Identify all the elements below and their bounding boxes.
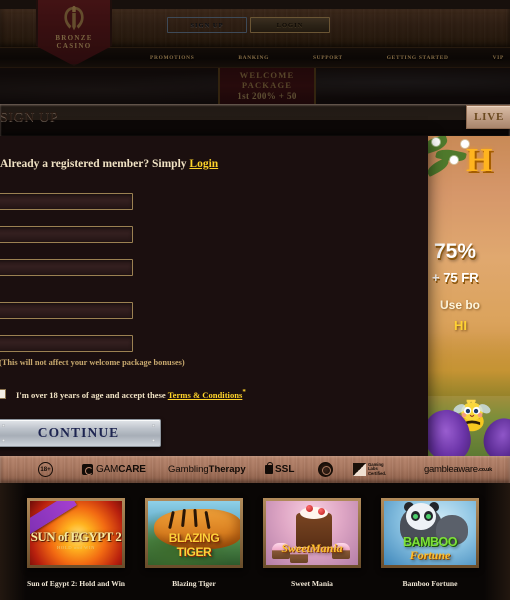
signup-field-5[interactable] [0, 335, 133, 354]
promo-use-text: Use bo [440, 298, 481, 312]
signup-input-5[interactable] [0, 338, 132, 354]
terms-conditions-link[interactable]: Terms & Conditions [168, 390, 243, 400]
gt-label-bold: Therapy [208, 464, 246, 475]
nav-item-banking[interactable]: BANKING [238, 55, 269, 61]
terms-asterisk: * [242, 388, 246, 396]
page-root: WELCOME PACKAGE 1st 200% + 50 PROMOTIONS… [0, 0, 510, 600]
continue-button-label: CONTINUE [37, 425, 120, 440]
flower-decoration [432, 138, 440, 146]
game-art-blazing-tiger: BLAZING TIGER [148, 501, 240, 565]
rivet-decoration [152, 439, 155, 442]
game-art-title-2: TIGER [176, 545, 212, 559]
header-signup-button[interactable]: SIGN UP [167, 17, 247, 33]
game-label-sweet-mania: Sweet Mania [291, 579, 333, 588]
game-label-bamboo-fortune: Bamboo Fortune [402, 579, 458, 588]
promo-bonus-code: HI [454, 318, 467, 333]
modal-login-link[interactable]: Login [189, 158, 218, 170]
age-18-badge[interactable]: 18+ [38, 462, 53, 477]
main-nav: PROMOTIONS BANKING SUPPORT GETTING START… [150, 47, 510, 68]
nav-item-getting-started[interactable]: GETTING STARTED [387, 55, 449, 61]
nav-item-promotions[interactable]: PROMOTIONS [150, 55, 194, 61]
grass-decoration [428, 332, 510, 396]
flower-decoration [450, 156, 458, 164]
gambleaware-badge[interactable]: gambleaware .co.uk [424, 464, 492, 475]
game-art-title-2: Fortune [409, 548, 451, 562]
game-card-bamboo-fortune[interactable]: BAMBOO Fortune [381, 498, 479, 568]
terms-prefix: I'm over 18 years of age and accept thes… [16, 389, 168, 400]
nav-item-vip[interactable]: VIP [493, 55, 504, 61]
signup-input-4[interactable] [0, 305, 132, 321]
gamcare-logo-icon [82, 464, 93, 475]
gamcare-badge[interactable]: GAM CARE [82, 464, 146, 475]
signup-field-1[interactable] [0, 193, 133, 212]
games-strip: SUN of EGYPT 2 HOLD and WIN Sun of Egypt… [0, 483, 510, 600]
leaf-decoration [428, 156, 451, 178]
game-art-bamboo-fortune: BAMBOO Fortune [384, 501, 476, 565]
terms-text: I'm over 18 years of age and accept thes… [16, 388, 246, 400]
signup-field-3[interactable] [0, 259, 133, 278]
modal-title-bar [0, 104, 510, 136]
rivet-decoration [2, 439, 5, 442]
cherry-illustration [306, 505, 313, 512]
gamcare-label-light: GAM [96, 464, 119, 475]
gaming-labs-logo-icon [353, 463, 366, 476]
bonus-note: (This will not affect your welcome packa… [0, 358, 185, 367]
terms-checkbox[interactable] [0, 388, 6, 399]
game-art-sun-of-egypt-2: SUN of EGYPT 2 HOLD and WIN [30, 501, 122, 565]
ssl-badge[interactable]: SSL [265, 461, 295, 475]
already-member-text: Already a registered member? Simply Logi… [0, 158, 218, 170]
panda-eye [411, 511, 420, 521]
continue-button[interactable]: CONTINUE [0, 419, 161, 447]
panda-eye [424, 511, 433, 521]
gamcare-label-bold: CARE [118, 464, 146, 475]
rivet-decoration [152, 424, 155, 427]
signup-input-3[interactable] [0, 262, 132, 278]
cherry-illustration [318, 508, 325, 515]
live-casino-button[interactable]: LIVE [466, 105, 510, 129]
gambleaware-domain: .co.uk [477, 466, 492, 473]
lock-icon [265, 461, 274, 474]
gaming-labs-lines: Gaming Labs Certified. [368, 462, 387, 476]
nav-item-support[interactable]: SUPPORT [313, 55, 343, 61]
game-card-sweet-mania[interactable]: SweetMania [263, 498, 361, 568]
modal-title: SIGN UP [0, 110, 59, 125]
signup-field-2[interactable] [0, 226, 133, 245]
signup-modal: Already a registered member? Simply Logi… [0, 136, 428, 456]
game-label-sun-of-egypt-2: Sun of Egypt 2: Hold and Win [26, 579, 126, 588]
footer-badge-bar: 18+ GAM CARE Gambling Therapy SSL Gaming L… [0, 456, 510, 483]
signup-input-1[interactable] [0, 196, 132, 212]
promo-headline: H [466, 142, 493, 179]
hero-overlay-dim [0, 68, 510, 104]
game-art-title: BAMBOO [403, 535, 457, 549]
gaming-labs-badge[interactable]: Gaming Labs Certified. [353, 462, 387, 476]
game-art-title: SweetMania [281, 541, 343, 555]
seal-badge[interactable] [318, 462, 333, 477]
game-label-blazing-tiger: Blazing Tiger [172, 579, 216, 588]
promo-offer-freespins: + 75 FR [432, 270, 479, 285]
gambling-therapy-badge[interactable]: Gambling Therapy [168, 464, 246, 475]
promo-banner[interactable]: H 75% + 75 FR Use bo HI [428, 136, 510, 456]
game-card-blazing-tiger[interactable]: BLAZING TIGER [145, 498, 243, 568]
header-login-button[interactable]: LOGIN [250, 17, 330, 33]
terms-row: I'm over 18 years of age and accept thes… [0, 388, 246, 400]
gt-label-light: Gambling [168, 464, 209, 475]
game-card-sun-of-egypt-2[interactable]: SUN of EGYPT 2 HOLD and WIN [27, 498, 125, 568]
already-member-prefix: Already a registered member? Simply [0, 158, 190, 170]
game-art-subtitle: HOLD and WIN [57, 545, 95, 550]
game-art-title: BLAZING [168, 531, 220, 545]
signup-input-2[interactable] [0, 229, 132, 245]
promo-offer-percent: 75% [434, 240, 477, 263]
game-art-title: SUN of EGYPT 2 [30, 529, 122, 544]
glc-line-3: Certified. [368, 470, 387, 476]
ssl-label: SSL [275, 464, 295, 475]
signup-field-4[interactable] [0, 302, 133, 321]
gambleaware-label: gambleaware [424, 464, 478, 475]
game-art-sweet-mania: SweetMania [266, 501, 358, 565]
rivet-decoration [2, 424, 5, 427]
